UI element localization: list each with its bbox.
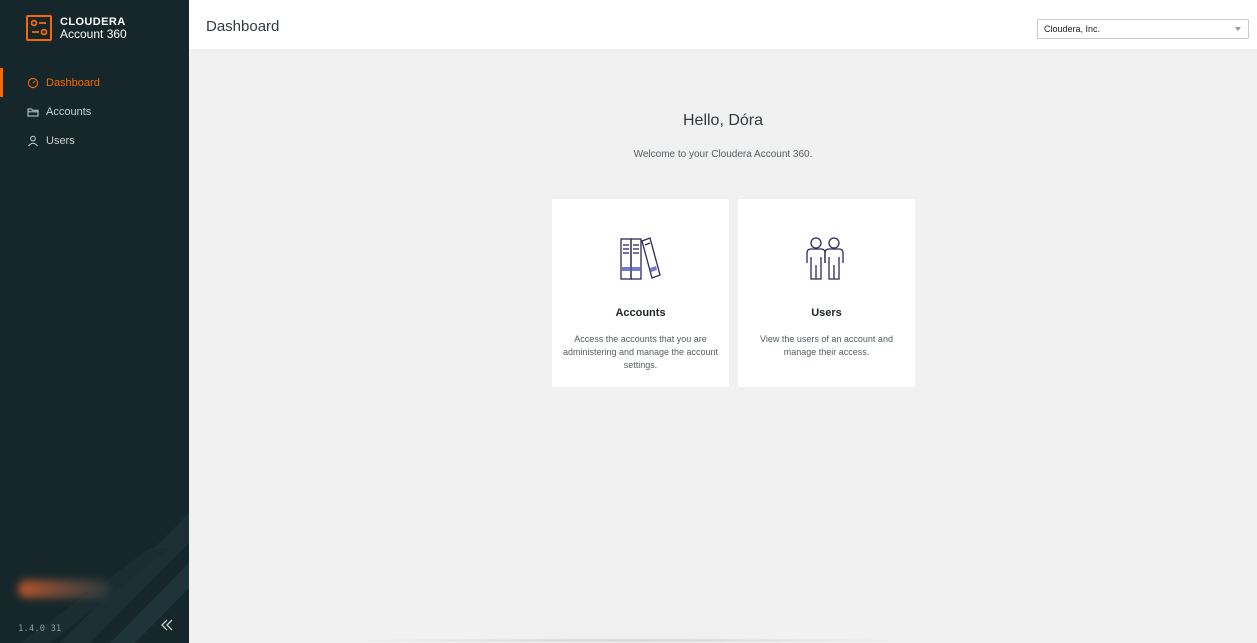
brand-name: CLOUDERA [60, 15, 126, 28]
sidebar: CLOUDERA Account 360 Dashboard Accounts [0, 0, 189, 643]
sidebar-nav: Dashboard Accounts Users [0, 68, 189, 155]
double-chevron-left-icon [161, 619, 173, 631]
folder-icon [27, 106, 39, 118]
greeting-heading: Hello, Dóra [682, 112, 764, 129]
card-description: View the users of an account and manage … [760, 334, 893, 357]
sidebar-item-label: Dashboard [46, 76, 100, 89]
user-icon [27, 135, 39, 147]
app-version: 1.4.0 31 [18, 624, 62, 634]
blurred-user-badge [18, 580, 110, 598]
account-select[interactable]: Cloudera, Inc. [1037, 19, 1249, 39]
sidebar-item-dashboard[interactable]: Dashboard [0, 68, 189, 97]
account-select-value: Cloudera, Inc. [1044, 24, 1101, 34]
sidebar-item-label: Users [46, 134, 75, 147]
accounts-card[interactable]: Accounts Access the accounts that you ar… [552, 199, 729, 387]
users-card[interactable]: Users View the users of an account and m… [738, 199, 915, 387]
card-title: Accounts [615, 307, 666, 319]
sidebar-item-users[interactable]: Users [0, 126, 189, 155]
page-title: Dashboard [206, 18, 280, 35]
collapse-sidebar-button[interactable] [160, 618, 178, 636]
two-users-icon [798, 235, 854, 285]
top-header: Dashboard Cloudera, Inc. [189, 0, 1257, 49]
card-title: Users [811, 307, 842, 319]
brand-logo[interactable]: CLOUDERA Account 360 [26, 14, 127, 41]
sidebar-item-accounts[interactable]: Accounts [0, 97, 189, 126]
bottom-shadow [340, 638, 920, 643]
dashboard-gauge-icon [27, 77, 39, 89]
card-description: Access the accounts that you are adminis… [562, 334, 719, 370]
welcome-text: Welcome to your Cloudera Account 360. [633, 149, 813, 160]
sidebar-item-label: Accounts [46, 105, 92, 118]
product-name: Account 360 [60, 26, 127, 41]
cloudera-logo-icon [26, 14, 52, 41]
books-icon [612, 235, 668, 285]
chevron-down-icon [1235, 27, 1241, 31]
